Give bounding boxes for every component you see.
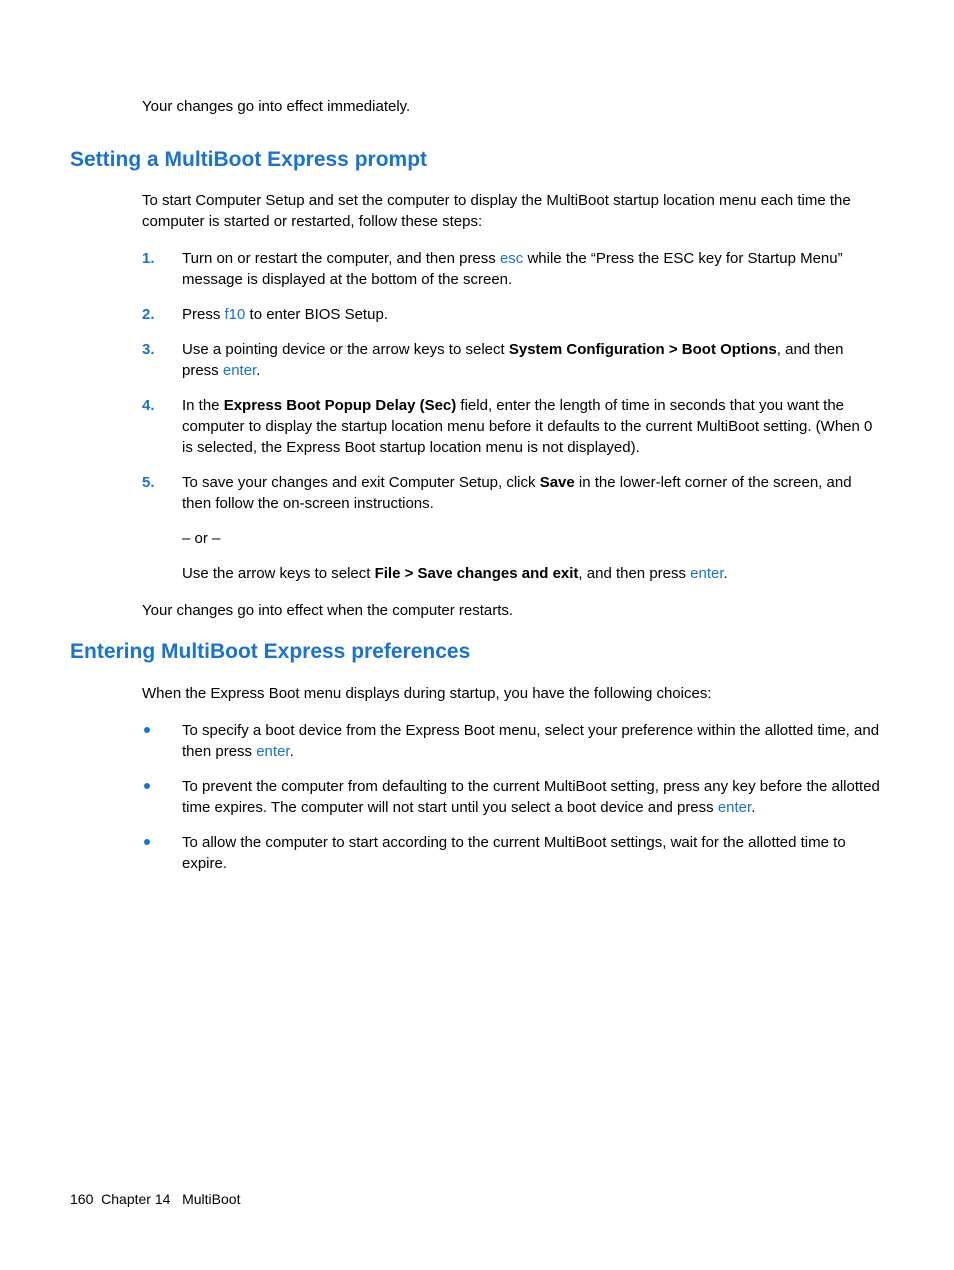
save-label: Save xyxy=(540,474,575,491)
step-number: 4. xyxy=(142,395,155,416)
page-content: Your changes go into effect immediately.… xyxy=(0,0,954,874)
step-sub: Use the arrow keys to select File > Save… xyxy=(182,563,884,584)
key-enter: enter xyxy=(690,565,723,582)
step-or: – or – xyxy=(182,528,884,549)
step-3: 3. Use a pointing device or the arrow ke… xyxy=(142,339,884,381)
chapter-label: Chapter 14 xyxy=(101,1191,170,1207)
step-text: In the Express Boot Popup Delay (Sec) fi… xyxy=(182,397,872,456)
step-1: 1. Turn on or restart the computer, and … xyxy=(142,248,884,290)
key-f10: f10 xyxy=(225,306,246,323)
bullet-1: To specify a boot device from the Expres… xyxy=(142,720,884,762)
section-heading-setting-prompt: Setting a MultiBoot Express prompt xyxy=(70,145,884,174)
key-esc: esc xyxy=(500,250,523,267)
bullet-text: To specify a boot device from the Expres… xyxy=(182,722,879,760)
bullet-3: To allow the computer to start according… xyxy=(142,832,884,874)
step-text: Press f10 to enter BIOS Setup. xyxy=(182,306,388,323)
step-4: 4. In the Express Boot Popup Delay (Sec)… xyxy=(142,395,884,458)
section-heading-entering-prefs: Entering MultiBoot Express preferences xyxy=(70,637,884,666)
menu-path: System Configuration > Boot Options xyxy=(509,341,777,358)
chapter-title: MultiBoot xyxy=(182,1191,240,1207)
section1-steps: 1. Turn on or restart the computer, and … xyxy=(142,248,884,584)
step-number: 2. xyxy=(142,304,155,325)
step-number: 5. xyxy=(142,472,155,493)
section1-tail: Your changes go into effect when the com… xyxy=(142,600,884,621)
step-number: 1. xyxy=(142,248,155,269)
section1-lead: To start Computer Setup and set the comp… xyxy=(142,190,884,232)
key-enter: enter xyxy=(223,362,256,379)
field-name: Express Boot Popup Delay (Sec) xyxy=(224,397,457,414)
menu-path: File > Save changes and exit xyxy=(375,565,579,582)
step-number: 3. xyxy=(142,339,155,360)
section2-lead: When the Express Boot menu displays duri… xyxy=(142,683,884,704)
bullet-2: To prevent the computer from defaulting … xyxy=(142,776,884,818)
step-5: 5. To save your changes and exit Compute… xyxy=(142,472,884,584)
key-enter: enter xyxy=(718,799,751,816)
key-enter: enter xyxy=(256,743,289,760)
section2-bullets: To specify a boot device from the Expres… xyxy=(142,720,884,874)
page-number: 160 xyxy=(70,1191,93,1207)
intro-text: Your changes go into effect immediately. xyxy=(142,96,884,117)
step-text: Use a pointing device or the arrow keys … xyxy=(182,341,844,379)
step-2: 2. Press f10 to enter BIOS Setup. xyxy=(142,304,884,325)
bullet-text: To prevent the computer from defaulting … xyxy=(182,778,880,816)
page-footer: 160 Chapter 14 MultiBoot xyxy=(70,1190,240,1210)
step-text: To save your changes and exit Computer S… xyxy=(182,474,852,512)
bullet-text: To allow the computer to start according… xyxy=(182,834,846,872)
step-text: Turn on or restart the computer, and the… xyxy=(182,250,843,288)
